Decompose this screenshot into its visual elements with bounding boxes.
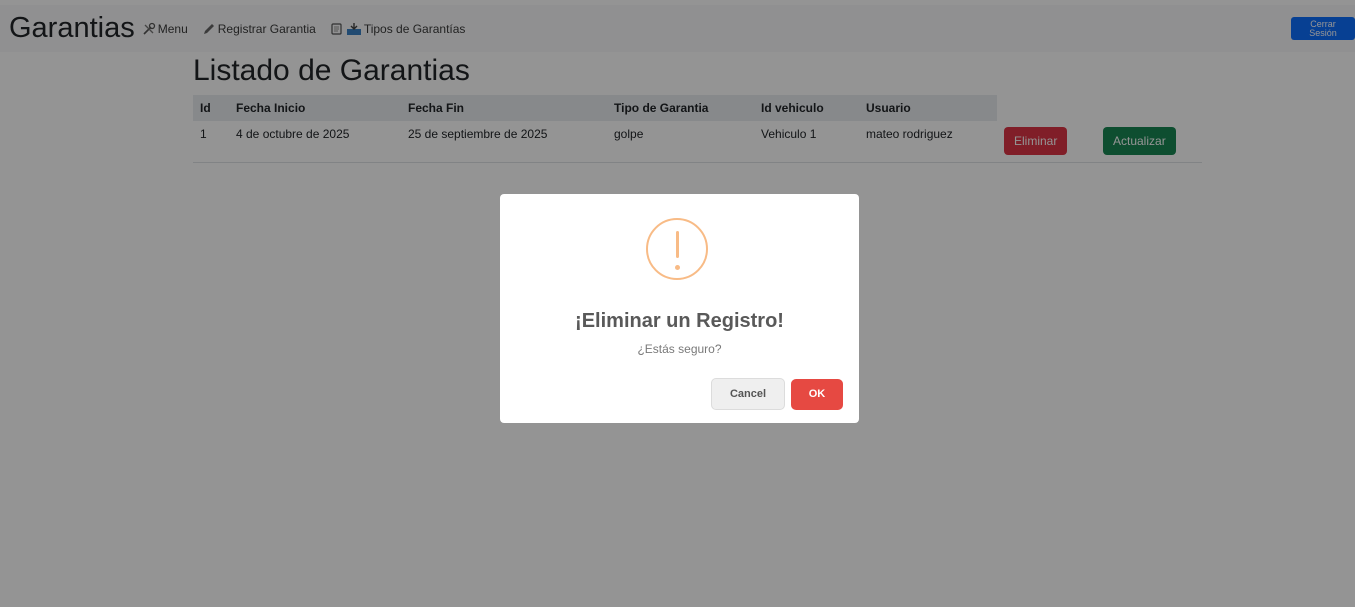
dialog-text: ¿Estás seguro? <box>637 342 722 356</box>
warning-icon <box>646 218 708 280</box>
cancel-button[interactable]: Cancel <box>711 378 785 410</box>
ok-button[interactable]: OK <box>791 379 843 410</box>
dialog-title: ¡Eliminar un Registro! <box>575 310 784 332</box>
confirm-dialog: ¡Eliminar un Registro! ¿Estás seguro? Ca… <box>500 194 859 423</box>
